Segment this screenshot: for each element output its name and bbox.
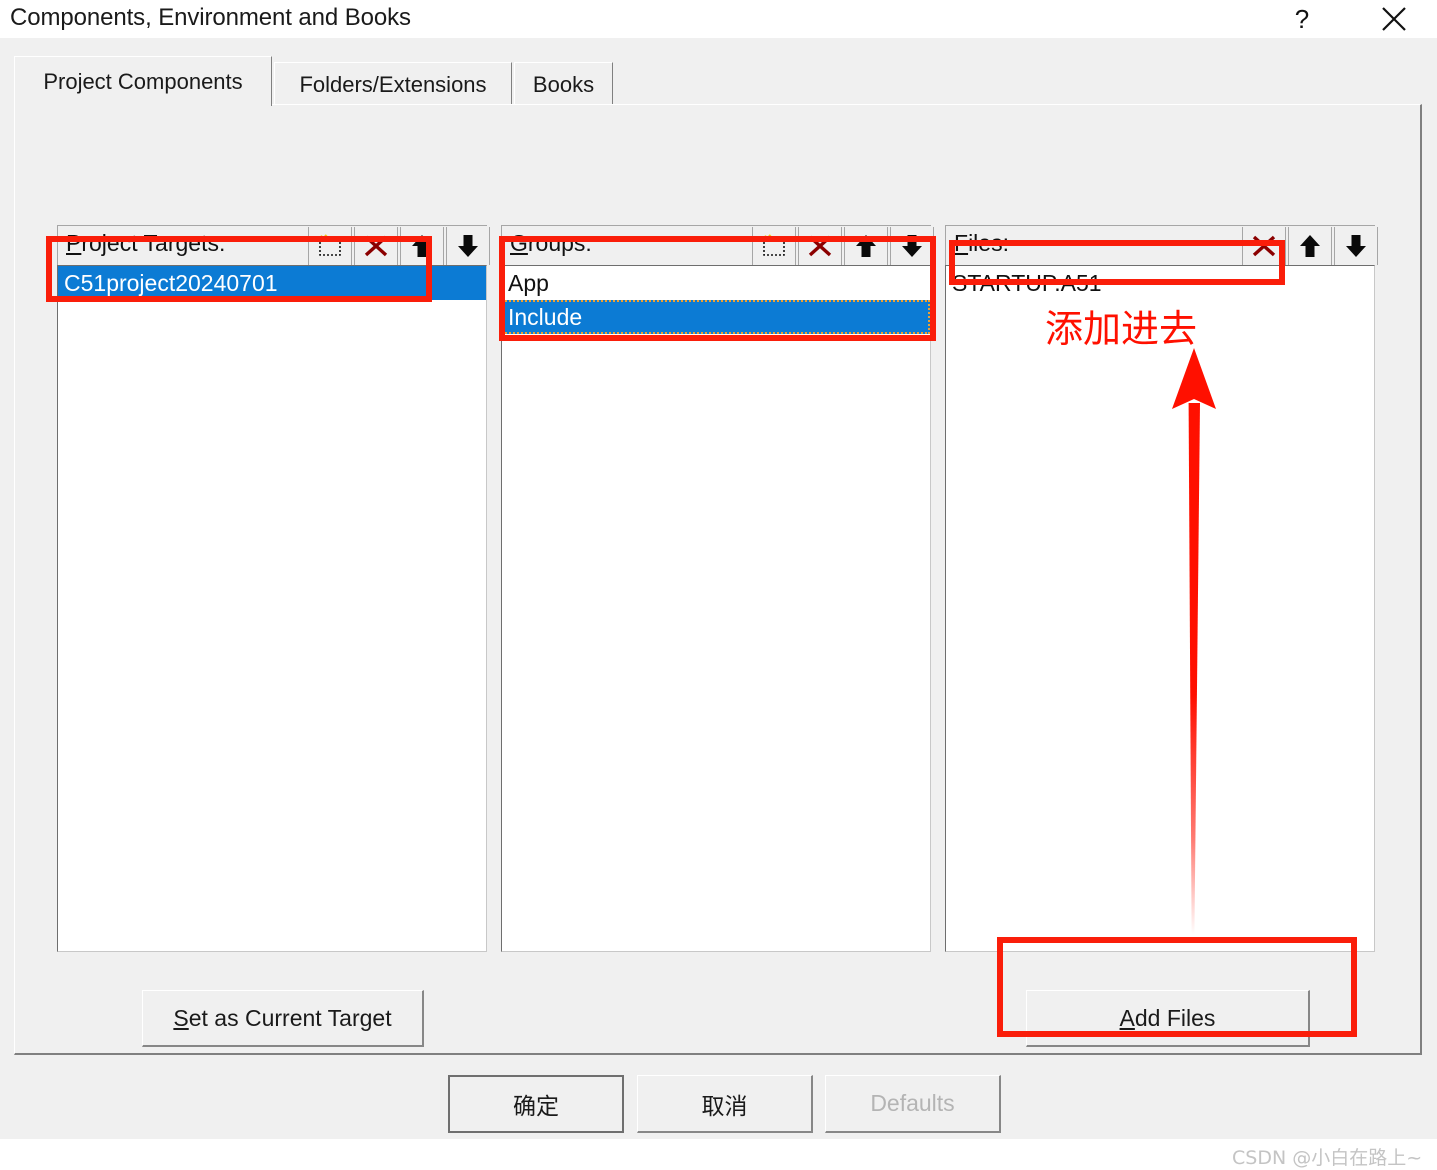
defaults-button[interactable]: Defaults [825,1075,1001,1133]
tab-project-components[interactable]: Project Components [14,56,272,106]
groups-column: Groups: App Include [501,225,934,952]
accel-char: F [954,230,969,256]
list-item-label: STARTUP.A51 [952,270,1102,296]
groups-listbox[interactable]: App Include [501,265,931,952]
label-rest: roups: [527,230,592,256]
button-label: 取消 [701,1092,748,1119]
list-item-label: C51project20240701 [64,270,278,296]
move-up-icon [409,233,435,259]
accel-char: P [66,230,82,256]
new-item-icon [760,233,788,259]
tab-label: Books [532,71,595,97]
label-rest: et as Current Target [188,1004,392,1031]
list-item-label: Include [508,304,583,330]
help-button[interactable]: ? [1272,0,1332,38]
move-group-up-button[interactable] [844,227,888,265]
ok-button[interactable]: 确定 [448,1075,624,1133]
project-targets-listbox[interactable]: C51project20240701 [57,265,487,952]
new-item-button[interactable] [308,227,352,265]
move-down-icon [455,233,481,259]
list-item[interactable]: STARTUP.A51 [946,266,1374,300]
list-item[interactable]: Include [502,300,930,334]
list-item[interactable]: C51project20240701 [58,266,486,300]
button-label: Defaults [870,1090,955,1116]
set-as-current-target-button[interactable]: Set as Current Target [142,990,424,1047]
move-up-icon [853,233,879,259]
new-item-icon [316,233,344,259]
list-item-label: App [508,270,549,296]
add-files-button[interactable]: Add Files [1026,990,1310,1047]
delete-icon [806,233,834,259]
project-targets-column: Project Targets: C51project20240701 [57,225,490,952]
files-header: Files: [945,225,1378,265]
move-down-icon [1343,233,1369,259]
tab-label: Folders/Extensions [299,71,487,97]
delete-icon [1250,233,1278,259]
move-up-icon [1297,233,1323,259]
cancel-button[interactable]: 取消 [637,1075,813,1133]
button-label: 确定 [513,1093,559,1119]
label-rest: roject Targets: [81,230,226,256]
label-rest: iles: [968,230,1009,256]
tab-label: Project Components [43,68,243,94]
project-targets-header: Project Targets: [57,225,490,265]
close-icon [1379,4,1409,34]
groups-label: Groups: [510,230,592,257]
delete-file-button[interactable] [1242,227,1286,265]
button-label: Add Files [1120,1005,1216,1032]
label-rest: dd Files [1134,1004,1216,1031]
tab-folders-extensions[interactable]: Folders/Extensions [274,62,512,106]
delete-group-button[interactable] [798,227,842,265]
question-mark-icon: ? [1294,3,1310,34]
move-down-icon [899,233,925,259]
title-bar: Components, Environment and Books ? [0,0,1437,38]
groups-header: Groups: [501,225,934,265]
move-up-button[interactable] [400,227,444,265]
window-title: Components, Environment and Books [10,4,411,31]
annotation-arrow-icon [1140,345,1250,935]
accel-char: G [510,230,528,256]
move-file-down-button[interactable] [1334,227,1378,265]
move-down-button[interactable] [446,227,490,265]
watermark: CSDN @小白在路上~ [1232,1147,1423,1169]
move-group-down-button[interactable] [890,227,934,265]
accel-char: A [1119,1004,1135,1031]
list-item[interactable]: App [502,266,930,300]
tab-books[interactable]: Books [514,62,613,106]
button-label: Set as Current Target [173,1005,391,1032]
files-label: Files: [954,230,1009,257]
accel-char: S [173,1004,189,1031]
move-file-up-button[interactable] [1288,227,1332,265]
delete-button[interactable] [354,227,398,265]
project-targets-label: Project Targets: [66,230,225,257]
close-button[interactable] [1364,0,1424,38]
new-group-button[interactable] [752,227,796,265]
delete-icon [362,233,390,259]
